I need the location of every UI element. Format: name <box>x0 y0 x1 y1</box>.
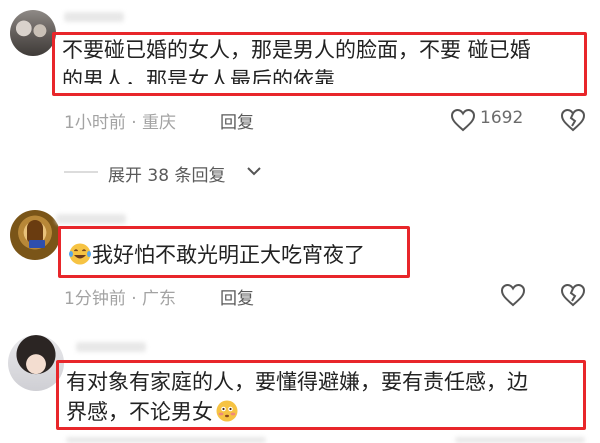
highlight-box <box>52 32 587 96</box>
avatar[interactable] <box>10 210 60 260</box>
reply-button[interactable]: 回复 <box>220 284 254 309</box>
comment-time: 1分钟前 <box>64 289 126 309</box>
heart-outline-icon[interactable] <box>450 108 476 132</box>
comment-time: 1小时前 <box>64 113 126 133</box>
highlight-box <box>56 360 586 430</box>
username-blurred[interactable] <box>64 12 124 22</box>
comment-meta: 1分钟前 · 广东 <box>64 284 176 309</box>
heart-outline-icon[interactable] <box>500 283 526 307</box>
meta-separator: · <box>125 113 143 133</box>
meta-cutoff-blur <box>66 437 266 443</box>
comment-meta: 1小时前 · 重庆 <box>64 108 176 133</box>
meta-cutoff-blur <box>455 437 585 443</box>
expand-replies-button[interactable]: 展开 38 条回复 <box>108 161 225 186</box>
avatar-bell-shape <box>27 220 43 242</box>
highlight-box <box>58 226 410 278</box>
reply-button[interactable]: 回复 <box>220 108 254 133</box>
comment-location: 广东 <box>142 289 177 309</box>
avatar[interactable] <box>10 10 56 56</box>
broken-heart-icon[interactable] <box>560 283 586 307</box>
broken-heart-icon[interactable] <box>560 108 586 132</box>
comment-location: 重庆 <box>142 113 177 133</box>
username-blurred[interactable] <box>76 342 146 352</box>
username-blurred[interactable] <box>56 214 126 224</box>
avatar-badge-shape <box>29 240 45 248</box>
meta-separator: · <box>125 289 143 309</box>
like-count: 1692 <box>480 108 524 128</box>
expand-replies-label: 展开 38 条回复 <box>108 166 226 186</box>
chevron-down-icon[interactable] <box>246 165 262 177</box>
expand-divider <box>64 171 98 173</box>
